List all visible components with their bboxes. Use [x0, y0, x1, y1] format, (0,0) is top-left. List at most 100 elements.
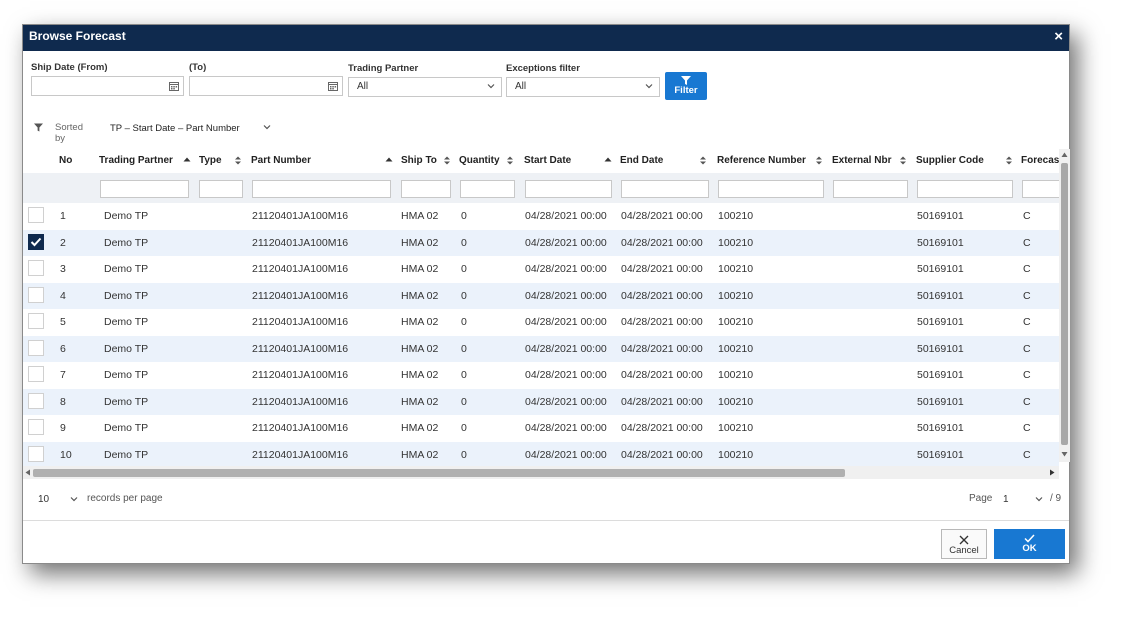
- cell-ship-to: HMA 02: [401, 342, 439, 355]
- cell-ship-to: HMA 02: [401, 448, 439, 461]
- scroll-up-icon[interactable]: [1061, 152, 1068, 158]
- chevron-down-icon[interactable]: [263, 123, 271, 131]
- column-header-reference-number[interactable]: Reference Number: [717, 155, 806, 166]
- trading-partner-select[interactable]: All: [348, 77, 502, 97]
- chevron-down-icon[interactable]: [70, 495, 78, 503]
- close-icon[interactable]: ×: [1054, 29, 1063, 45]
- row-checkbox[interactable]: [28, 419, 44, 435]
- cell-quantity: 0: [461, 422, 467, 434]
- sort-value[interactable]: TP – Start Date – Part Number: [110, 123, 240, 134]
- sort-both-icon[interactable]: [443, 156, 451, 165]
- sort-ascending-icon[interactable]: [183, 156, 191, 165]
- row-checkbox[interactable]: [28, 339, 44, 356]
- grid-header: No Trading Partner Type Part Number Ship…: [23, 149, 1059, 173]
- row-checkbox[interactable]: [28, 233, 44, 250]
- chevron-down-icon[interactable]: [1035, 495, 1043, 503]
- cancel-button[interactable]: Cancel: [941, 529, 987, 559]
- page-size-value[interactable]: 10: [38, 494, 49, 505]
- start-date-filter-input[interactable]: [525, 180, 612, 198]
- column-header-end-date[interactable]: End Date: [620, 155, 663, 166]
- trading-partner-filter-input[interactable]: [100, 180, 189, 198]
- column-header-type[interactable]: Type: [199, 155, 222, 166]
- column-header-external-nbr[interactable]: External Nbr: [832, 155, 891, 166]
- scroll-down-icon[interactable]: [1061, 451, 1068, 457]
- sort-both-icon[interactable]: [234, 156, 242, 165]
- reference-number-filter-input[interactable]: [718, 180, 824, 198]
- cell-start-date: 04/28/2021 00:00: [525, 210, 607, 222]
- ship-to-filter-input[interactable]: [401, 180, 451, 198]
- row-checkbox[interactable]: [28, 207, 44, 223]
- column-header-supplier-code[interactable]: Supplier Code: [916, 155, 984, 166]
- cell-trading-partner: Demo TP: [104, 263, 149, 275]
- cell-forecast: C: [1023, 369, 1031, 381]
- table-row[interactable]: 4 Demo TP 21120401JA100M16 HMA 02 0 04/28/202…: [23, 282, 1059, 309]
- ship-date-to-input[interactable]: [189, 76, 343, 96]
- cell-no: 1: [60, 210, 66, 222]
- checkmark-icon: [30, 237, 42, 246]
- table-row[interactable]: 3 Demo TP 21120401JA100M16 HMA 02 0 04/28/202…: [23, 256, 1059, 283]
- table-row[interactable]: 6 Demo TP 21120401JA100M16 HMA 02 0 04/28/202…: [23, 335, 1059, 362]
- calendar-icon[interactable]: [169, 81, 179, 91]
- calendar-icon[interactable]: [328, 81, 338, 91]
- vertical-scrollbar-thumb[interactable]: [1061, 163, 1068, 445]
- sort-ascending-icon[interactable]: [385, 156, 393, 165]
- table-row[interactable]: 9 Demo TP 21120401JA100M16 HMA 02 0 04/28/202…: [23, 415, 1059, 442]
- funnel-icon: [681, 76, 691, 85]
- table-row[interactable]: 5 Demo TP 21120401JA100M16 HMA 02 0 04/28/202…: [23, 309, 1059, 336]
- table-row[interactable]: 2 Demo TP 21120401JA100M16 HMA 02 0 04/28/202…: [23, 229, 1059, 256]
- cell-forecast: C: [1023, 422, 1031, 434]
- sort-both-icon[interactable]: [506, 156, 514, 165]
- ok-button[interactable]: OK: [994, 529, 1065, 559]
- ship-date-to-label: (To): [189, 62, 207, 73]
- current-page-value[interactable]: 1: [1003, 494, 1009, 505]
- table-row[interactable]: 7 Demo TP 21120401JA100M16 HMA 02 0 04/28/202…: [23, 362, 1059, 389]
- column-header-ship-to[interactable]: Ship To: [401, 155, 437, 166]
- row-checkbox[interactable]: [28, 392, 44, 409]
- funnel-icon[interactable]: [34, 123, 43, 132]
- scroll-right-icon[interactable]: [1049, 469, 1055, 476]
- ship-date-from-input[interactable]: [31, 76, 184, 96]
- exceptions-filter-select[interactable]: All: [506, 77, 660, 97]
- sort-both-icon[interactable]: [899, 156, 907, 165]
- row-checkbox[interactable]: [28, 260, 44, 276]
- type-filter-input[interactable]: [199, 180, 243, 198]
- supplier-code-filter-input[interactable]: [917, 180, 1013, 198]
- table-row[interactable]: 8 Demo TP 21120401JA100M16 HMA 02 0 04/28/202…: [23, 388, 1059, 415]
- cell-supplier-code: 50169101: [917, 210, 964, 222]
- page-label: Page: [969, 493, 993, 504]
- exceptions-filter-value: All: [515, 81, 527, 92]
- cell-quantity: 0: [461, 263, 467, 275]
- sort-both-icon[interactable]: [815, 156, 823, 165]
- quantity-filter-input[interactable]: [460, 180, 515, 198]
- table-row[interactable]: 1 Demo TP 21120401JA100M16 HMA 02 0 04/28/202…: [23, 203, 1059, 230]
- table-row[interactable]: 10 Demo TP 21120401JA100M16 HMA 02 0 04/28/20…: [23, 441, 1059, 468]
- row-checkbox[interactable]: [28, 313, 44, 329]
- column-header-quantity[interactable]: Quantity: [459, 155, 500, 166]
- row-checkbox[interactable]: [28, 445, 44, 462]
- end-date-filter-input[interactable]: [621, 180, 709, 198]
- sort-ascending-icon[interactable]: [604, 156, 612, 165]
- column-header-part-number[interactable]: Part Number: [251, 155, 311, 166]
- cell-reference-number: 100210: [718, 369, 754, 381]
- forecast-filter-input[interactable]: [1022, 180, 1059, 198]
- part-number-filter-input[interactable]: [252, 180, 391, 198]
- horizontal-scrollbar-thumb[interactable]: [33, 469, 845, 477]
- column-header-forecast[interactable]: Forecas: [1021, 155, 1059, 166]
- vertical-scrollbar[interactable]: [1059, 149, 1070, 462]
- exceptions-filter-label: Exceptions filter: [506, 63, 580, 74]
- row-checkbox[interactable]: [28, 286, 44, 303]
- cell-forecast: C: [1023, 342, 1031, 355]
- horizontal-scrollbar[interactable]: [23, 466, 1059, 479]
- row-checkbox[interactable]: [28, 366, 44, 382]
- sort-both-icon[interactable]: [699, 156, 707, 165]
- column-header-trading-partner[interactable]: Trading Partner: [99, 155, 173, 166]
- cell-trading-partner: Demo TP: [104, 448, 149, 461]
- cell-part-number: 21120401JA100M16: [252, 369, 349, 381]
- filter-button[interactable]: Filter: [665, 72, 707, 100]
- cell-part-number: 21120401JA100M16: [252, 236, 349, 249]
- external-nbr-filter-input[interactable]: [833, 180, 908, 198]
- column-header-start-date[interactable]: Start Date: [524, 155, 571, 166]
- column-header-no[interactable]: No: [59, 155, 72, 166]
- scroll-left-icon[interactable]: [25, 469, 31, 476]
- sort-both-icon[interactable]: [1005, 156, 1013, 165]
